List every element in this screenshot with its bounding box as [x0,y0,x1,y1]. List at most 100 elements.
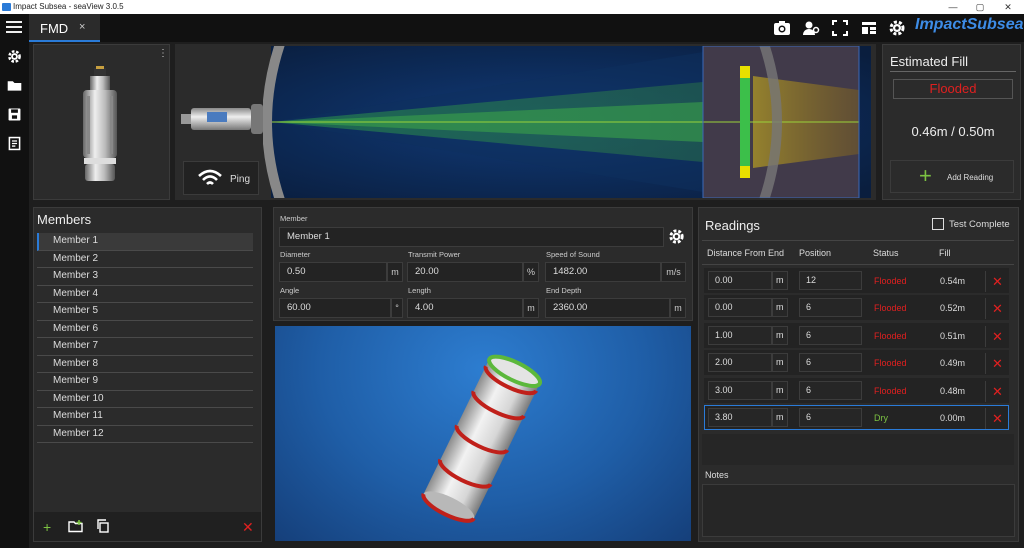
tab-close-icon[interactable]: × [79,21,85,33]
delete-reading-icon[interactable]: ✕ [985,353,1009,374]
position-input[interactable]: 6 [799,408,862,427]
impact-subsea-logo: ImpactSubsea [915,16,1024,33]
distance-input[interactable]: 3.80 [708,408,772,427]
members-scrollbar[interactable] [253,233,259,513]
member-item[interactable]: Member 1 [37,233,253,251]
user-settings-icon[interactable] [801,18,821,38]
diameter-input[interactable]: 0.50 [279,262,387,282]
speed-of-sound-input[interactable]: 1482.00 [545,262,661,282]
reading-status: Flooded [874,386,907,396]
delete-reading-icon[interactable]: ✕ [985,326,1009,347]
distance-input[interactable]: 3.00 [708,381,772,400]
delete-reading-icon[interactable]: ✕ [985,271,1009,292]
delete-member-icon[interactable]: ✕ [242,519,254,536]
save-icon[interactable] [6,106,23,123]
layout-icon[interactable] [859,18,879,38]
member-name-input[interactable]: Member 1 [279,227,664,247]
position-input[interactable]: 12 [799,271,862,290]
camera-icon[interactable] [772,18,792,38]
member-item[interactable]: Member 5 [37,303,253,321]
fill-value: 0.46m / 0.50m [911,124,995,139]
add-reading-button[interactable]: + Add Reading [890,160,1014,193]
reading-row[interactable]: 0.00 m 6 Flooded 0.52m ✕ [704,295,1009,320]
copy-icon[interactable] [96,519,110,533]
member-item[interactable]: Member 11 [37,408,253,426]
member-item[interactable]: Member 6 [37,321,253,338]
reading-row[interactable]: 3.00 m 6 Flooded 0.48m ✕ [704,378,1009,403]
sensor-menu-icon[interactable]: ⋮ [158,48,168,59]
member-3d-view[interactable] [275,326,691,541]
test-complete-checkbox[interactable] [932,218,944,230]
maximize-button[interactable]: ▢ [968,0,992,14]
position-input[interactable]: 6 [799,381,862,400]
delete-reading-icon[interactable]: ✕ [985,381,1009,402]
reading-fill: 0.51m [940,331,966,341]
fullscreen-icon[interactable] [830,18,850,38]
reading-status: Dry [874,413,888,423]
delete-reading-icon[interactable]: ✕ [985,408,1009,429]
member-settings-gear-icon[interactable] [667,227,686,246]
distance-input[interactable]: 0.00 [708,271,772,290]
window-title: Impact Subsea - seaView 3.0.5 [13,2,124,11]
sonar-beam-view [263,46,873,198]
reading-row[interactable]: 2.00 m 6 Flooded 0.49m ✕ [704,350,1009,375]
member-item[interactable]: Member 4 [37,286,253,303]
fill-header: Fill [939,248,951,258]
distance-input[interactable]: 0.00 [708,298,772,317]
end-depth-input[interactable]: 2360.00 [545,298,670,318]
end-depth-label: End Depth [546,286,582,295]
member-item[interactable]: Member 2 [37,251,253,268]
member-item[interactable]: Member 9 [37,373,253,391]
window-titlebar: Impact Subsea - seaView 3.0.5 — ▢ ✕ [0,0,1024,14]
readings-title: Readings [705,218,760,233]
readings-empty-area [702,434,1014,465]
reading-row[interactable]: 3.80 m 6 Dry 0.00m ✕ [704,405,1009,430]
wifi-icon [198,169,222,185]
hamburger-menu-icon[interactable] [6,21,22,33]
angle-unit: ° [391,298,403,318]
position-input[interactable]: 6 [799,326,862,345]
angle-input[interactable]: 60.00 [279,298,391,318]
ping-button[interactable]: Ping [183,161,259,195]
add-reading-label: Add Reading [947,173,994,182]
reading-row[interactable]: 1.00 m 6 Flooded 0.51m ✕ [704,323,1009,348]
tab-label: FMD [40,21,69,36]
minimize-button[interactable]: — [941,0,965,14]
sensor-device-image [83,66,117,181]
speed-of-sound-unit: m/s [661,262,686,282]
member-item[interactable]: Member 3 [37,268,253,286]
distance-unit: m [772,381,788,400]
member-item[interactable]: Member 12 [37,426,253,443]
transmit-power-input[interactable]: 20.00 [407,262,523,282]
divider [890,71,1016,72]
members-list: Member 1 Member 2 Member 3 Member 4 Memb… [37,233,253,443]
distance-unit: m [772,271,788,290]
folder-icon[interactable] [6,77,23,94]
member-item[interactable]: Member 7 [37,338,253,356]
distance-unit: m [772,353,788,372]
test-complete-label: Test Complete [949,219,1010,230]
length-input[interactable]: 4.00 [407,298,523,318]
distance-input[interactable]: 2.00 [708,353,772,372]
fill-status-badge: Flooded [893,79,1013,99]
member-item[interactable]: Member 8 [37,356,253,373]
end-depth-unit: m [670,298,686,318]
add-member-icon[interactable]: + [43,519,51,535]
diameter-label: Diameter [280,250,311,259]
reading-row[interactable]: 0.00 m 12 Flooded 0.54m ✕ [704,268,1009,293]
angle-label: Angle [280,286,300,295]
position-input[interactable]: 6 [799,353,862,372]
new-folder-icon[interactable] [68,519,84,533]
notes-textarea[interactable] [702,484,1015,537]
settings-gear-icon[interactable] [6,48,23,65]
tab-fmd[interactable]: FMD × [29,14,100,42]
report-icon[interactable] [6,135,23,152]
close-window-button[interactable]: ✕ [996,0,1020,14]
position-input[interactable]: 6 [799,298,862,317]
transmit-power-unit: % [523,262,539,282]
delete-reading-icon[interactable]: ✕ [985,298,1009,319]
member-item[interactable]: Member 10 [37,391,253,408]
transducer-image [181,104,263,134]
gear-icon[interactable] [887,18,907,38]
distance-input[interactable]: 1.00 [708,326,772,345]
